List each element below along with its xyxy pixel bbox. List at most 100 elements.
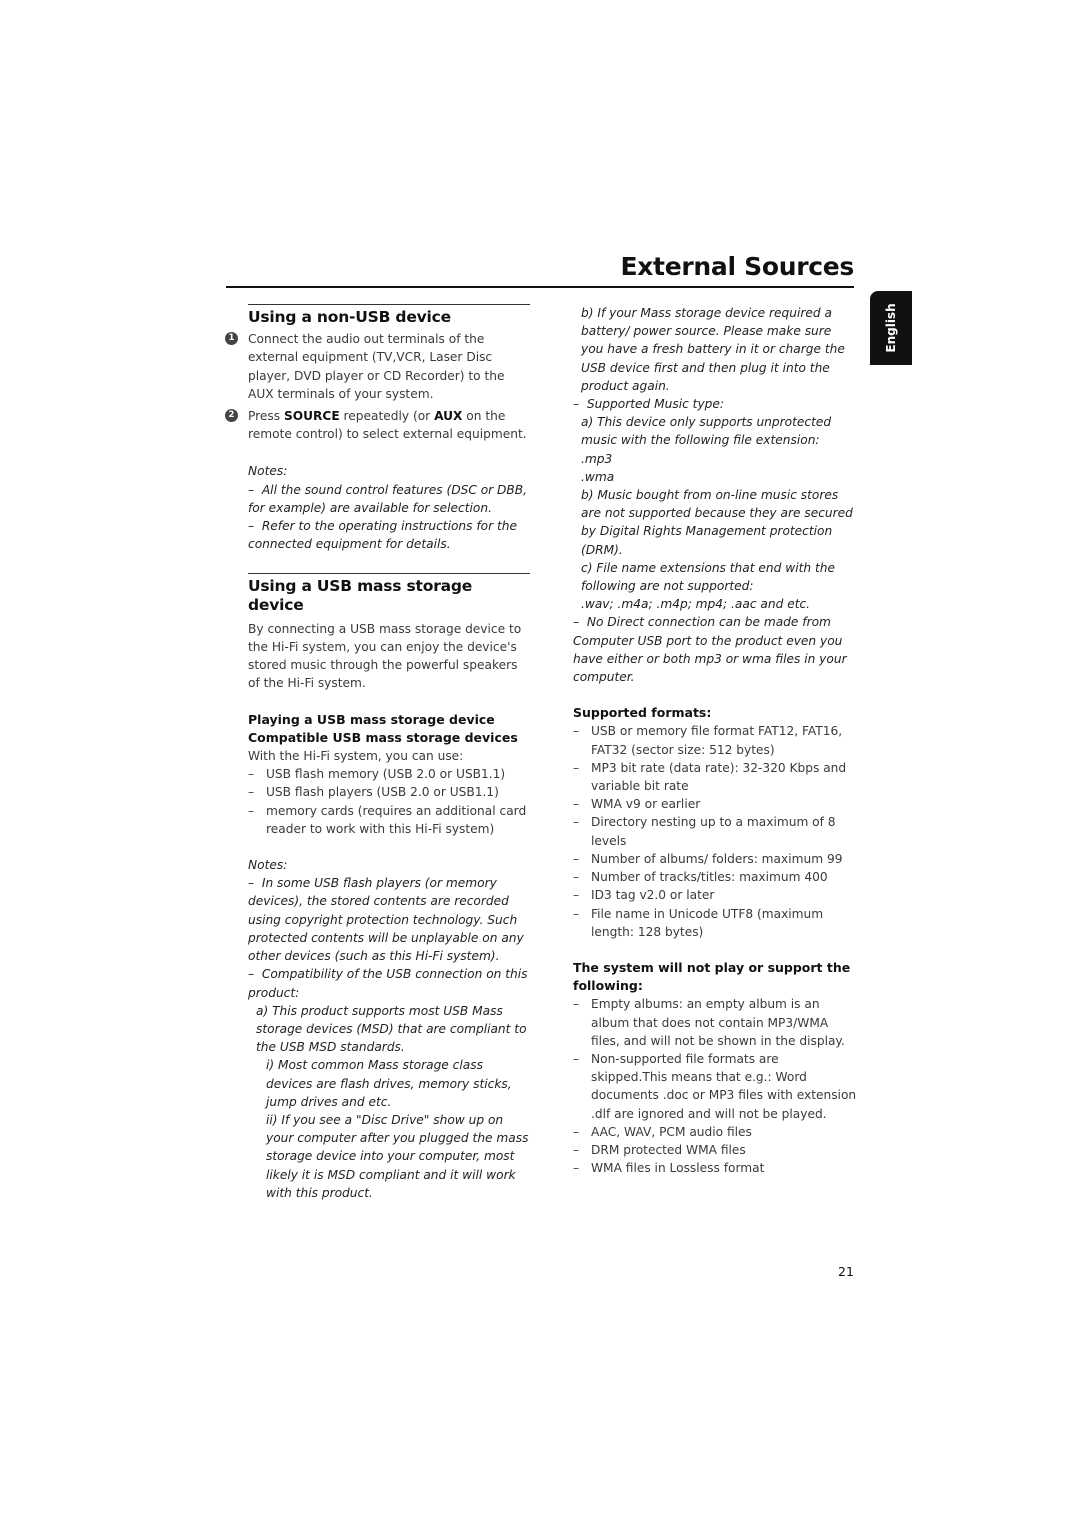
note-subitem: c) File name extensions that end with th… (581, 560, 835, 594)
note-item: – In some USB flash players (or memory d… (248, 874, 530, 965)
dash: – (573, 615, 580, 630)
section-title-non-usb: Using a non-USB device (248, 308, 451, 326)
dash: – (248, 967, 255, 982)
list-item: – ID3 tag v2.0 or later (573, 886, 857, 904)
list-item: – MP3 bit rate (data rate): 32-320 Kbps a… (573, 759, 857, 795)
page-title: External Sources (620, 252, 854, 281)
note-text: In some USB flash players (or memory dev… (248, 876, 524, 964)
note-subitem: a) This device only supports unprotected… (581, 415, 832, 448)
extension-item: .mp3 (581, 451, 613, 466)
note-item: – All the sound control features (DSC or… (248, 481, 530, 517)
list-item: – AAC, WAV, PCM audio files (573, 1123, 857, 1141)
list-item-text: ID3 tag v2.0 or later (591, 888, 715, 903)
dash: – (573, 870, 580, 885)
step-1: 1 Connect the audio out terminals of the… (225, 330, 530, 403)
list-item: – Non-supported file formats are skipped.… (573, 1050, 857, 1123)
list-item-text: WMA v9 or earlier (591, 797, 701, 812)
usb-intro: By connecting a USB mass storage device … (248, 621, 522, 691)
dash: – (248, 519, 255, 534)
source-key-label: SOURCE (283, 409, 340, 424)
dash: – (248, 876, 255, 891)
title-divider (226, 286, 854, 288)
list-item: – USB flash memory (USB 2.0 or USB1.1) (248, 765, 530, 783)
aux-key-label: AUX (434, 409, 463, 424)
list-item: – File name in Unicode UTF8 (maximum leng… (573, 905, 857, 941)
dash: – (573, 1051, 580, 1066)
language-tab-label: English (884, 303, 898, 353)
note-subitem: b) Music bought from on-line music store… (581, 488, 853, 557)
dash: – (248, 767, 255, 782)
step-text-part: Press (248, 409, 284, 424)
list-item-text: Non-supported file formats are skipped.T… (591, 1051, 857, 1121)
extension-item: .wma (581, 469, 615, 484)
list-item: – Number of tracks/titles: maximum 400 (573, 868, 857, 886)
step-text: Press SOURCE repeatedly (or AUX on the r… (248, 407, 530, 443)
note-item: – Compatibility of the USB connection on… (248, 965, 530, 1001)
list-item-text: USB flash players (USB 2.0 or USB1.1) (266, 785, 499, 800)
list-item-text: Number of tracks/titles: maximum 400 (591, 870, 828, 885)
dash: – (573, 906, 580, 921)
note-subitem: b) If your Mass storage device required … (581, 306, 845, 393)
dash: – (573, 397, 580, 412)
list-item: – WMA v9 or earlier (573, 795, 857, 813)
section-divider (248, 304, 530, 305)
note-text: No Direct connection can be made from Co… (573, 615, 847, 685)
compatible-lead: With the Hi-Fi system, you can use: (248, 749, 464, 764)
list-item-text: MP3 bit rate (data rate): 32-320 Kbps an… (591, 760, 847, 794)
dash: – (573, 815, 580, 830)
list-item-text: USB flash memory (USB 2.0 or USB1.1) (266, 767, 506, 782)
list-item: – Empty albums: an empty album is an albu… (573, 995, 857, 1050)
notes-label: Notes: (248, 858, 288, 873)
note-text: All the sound control features (DSC or D… (248, 482, 528, 515)
step-text-part: repeatedly (or (339, 409, 435, 424)
right-column: b) If your Mass storage device required … (573, 304, 857, 1177)
note-text: Supported Music type: (586, 397, 725, 412)
supported-formats-list: – USB or memory file format FAT12, FAT16,… (573, 722, 857, 940)
note-subitem: ii) If you see a "Disc Drive" show up on… (266, 1112, 529, 1200)
list-item-text: DRM protected WMA files (591, 1142, 746, 1157)
unsupported-list: – Empty albums: an empty album is an albu… (573, 995, 857, 1177)
dash: – (573, 724, 580, 739)
note-subitem: i) Most common Mass storage class device… (266, 1058, 512, 1109)
dash: – (573, 1142, 580, 1157)
subheading-not-supported: The system will not play or support the … (573, 959, 851, 994)
list-item-text: Number of albums/ folders: maximum 99 (591, 851, 843, 866)
step-number-icon: 2 (225, 409, 238, 423)
dash: – (573, 997, 580, 1012)
list-item-text: Empty albums: an empty album is an album… (591, 997, 845, 1048)
note-item: – Refer to the operating instructions fo… (248, 517, 530, 553)
dash: – (573, 1124, 580, 1139)
notes-label: Notes: (248, 464, 288, 479)
subheading-compatible: Compatible USB mass storage devices (248, 729, 518, 745)
list-item-text: USB or memory file format FAT12, FAT16, … (591, 724, 843, 757)
list-item: – DRM protected WMA files (573, 1141, 857, 1159)
list-item: – USB or memory file format FAT12, FAT16,… (573, 722, 857, 758)
list-item-text: WMA files in Lossless format (591, 1161, 765, 1176)
page-number: 21 (838, 1264, 854, 1279)
dash: – (573, 1161, 580, 1176)
dash: – (248, 482, 255, 497)
dash: – (573, 851, 580, 866)
dash: – (248, 803, 255, 818)
left-column: Using a non-USB device 1 Connect the aud… (225, 304, 530, 1202)
note-text: Refer to the operating instructions for … (248, 519, 518, 552)
note-item: – Supported Music type: (573, 395, 857, 413)
section-title-usb: Using a USB mass storage device (248, 577, 473, 614)
subheading-playing: Playing a USB mass storage device (248, 711, 495, 727)
list-item-text: memory cards (requires an additional car… (266, 803, 527, 836)
step-text: Connect the audio out terminals of the e… (248, 332, 505, 401)
language-tab: English (870, 291, 912, 365)
dash: – (573, 797, 580, 812)
list-item: – Number of albums/ folders: maximum 99 (573, 850, 857, 868)
list-item-text: Directory nesting up to a maximum of 8 l… (591, 815, 836, 848)
note-item: – No Direct connection can be made from … (573, 613, 857, 686)
list-item: – Directory nesting up to a maximum of 8 … (573, 813, 857, 849)
subheading-supported-formats: Supported formats: (573, 705, 712, 721)
note-text: Compatibility of the USB connection on t… (248, 967, 528, 1000)
step-number-icon: 1 (225, 332, 238, 346)
section-divider (248, 573, 530, 575)
list-item: – USB flash players (USB 2.0 or USB1.1) (248, 783, 530, 801)
list-item: – memory cards (requires an additional ca… (248, 802, 530, 838)
note-subitem: a) This product supports most USB Mass s… (256, 1003, 527, 1055)
dash: – (573, 888, 580, 903)
